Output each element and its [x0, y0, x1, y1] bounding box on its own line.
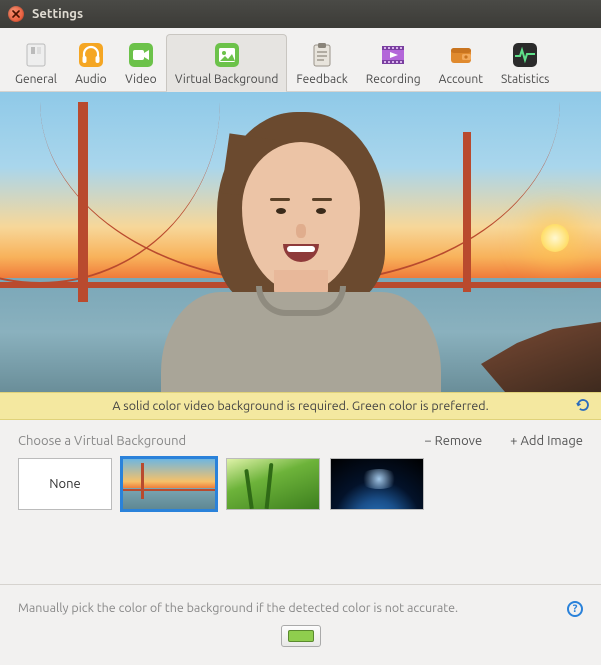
window-close-button[interactable] [8, 6, 24, 22]
film-icon [377, 39, 409, 71]
settings-tabs: General Audio Video Virtual Background F [0, 28, 601, 92]
thumb-grass[interactable] [226, 458, 320, 510]
clipboard-icon [306, 39, 338, 71]
window-title: Settings [32, 7, 83, 21]
help-button[interactable]: ? [567, 601, 583, 617]
video-preview [0, 92, 601, 392]
tab-label: Statistics [501, 73, 549, 86]
background-thumbnails: None [18, 458, 583, 510]
general-icon [20, 39, 52, 71]
manual-color-text: Manually pick the color of the backgroun… [18, 601, 583, 615]
tab-video[interactable]: Video [116, 34, 166, 91]
tab-label: Recording [366, 73, 421, 86]
thumb-golden-gate[interactable] [122, 458, 216, 510]
wallet-icon [445, 39, 477, 71]
titlebar: Settings [0, 0, 601, 28]
help-icon: ? [573, 603, 578, 615]
remove-image-button[interactable]: − Remove [424, 434, 482, 448]
heartbeat-icon [509, 39, 541, 71]
tab-recording[interactable]: Recording [357, 34, 430, 91]
tab-audio[interactable]: Audio [66, 34, 116, 91]
tab-general[interactable]: General [6, 34, 66, 91]
video-preview-container: A solid color video background is requir… [0, 92, 601, 420]
hint-text: A solid color video background is requir… [112, 399, 488, 413]
bridge-thumbnail-art [123, 459, 215, 509]
headphones-icon [75, 39, 107, 71]
color-swatch [288, 630, 314, 642]
rotate-icon [575, 397, 591, 413]
earth-thumbnail-art [331, 459, 423, 509]
rotate-button[interactable] [575, 397, 591, 413]
image-icon [211, 39, 243, 71]
settings-content: General Audio Video Virtual Background F [0, 28, 601, 665]
tab-virtual-background[interactable]: Virtual Background [166, 34, 287, 92]
thumb-earth[interactable] [330, 458, 424, 510]
tab-label: Feedback [296, 73, 347, 86]
hint-bar: A solid color video background is requir… [0, 392, 601, 420]
tab-statistics[interactable]: Statistics [492, 34, 558, 91]
video-camera-icon [125, 39, 157, 71]
tab-label: General [15, 73, 57, 86]
grass-thumbnail-art [227, 459, 319, 509]
tab-label: Video [125, 73, 157, 86]
person-silhouette [161, 122, 441, 392]
manual-color-section: Manually pick the color of the backgroun… [0, 584, 601, 665]
thumb-none-label: None [49, 477, 81, 491]
color-picker-button[interactable] [281, 625, 321, 647]
tab-label: Audio [75, 73, 107, 86]
section-heading: Choose a Virtual Background [18, 434, 186, 448]
thumb-none[interactable]: None [18, 458, 112, 510]
tab-label: Account [439, 73, 483, 86]
tab-label: Virtual Background [175, 73, 278, 86]
tab-feedback[interactable]: Feedback [287, 34, 356, 91]
virtual-background-section: Choose a Virtual Background − Remove + A… [0, 420, 601, 518]
add-image-button[interactable]: + Add Image [510, 434, 583, 448]
close-icon [12, 10, 20, 18]
tab-account[interactable]: Account [430, 34, 492, 91]
